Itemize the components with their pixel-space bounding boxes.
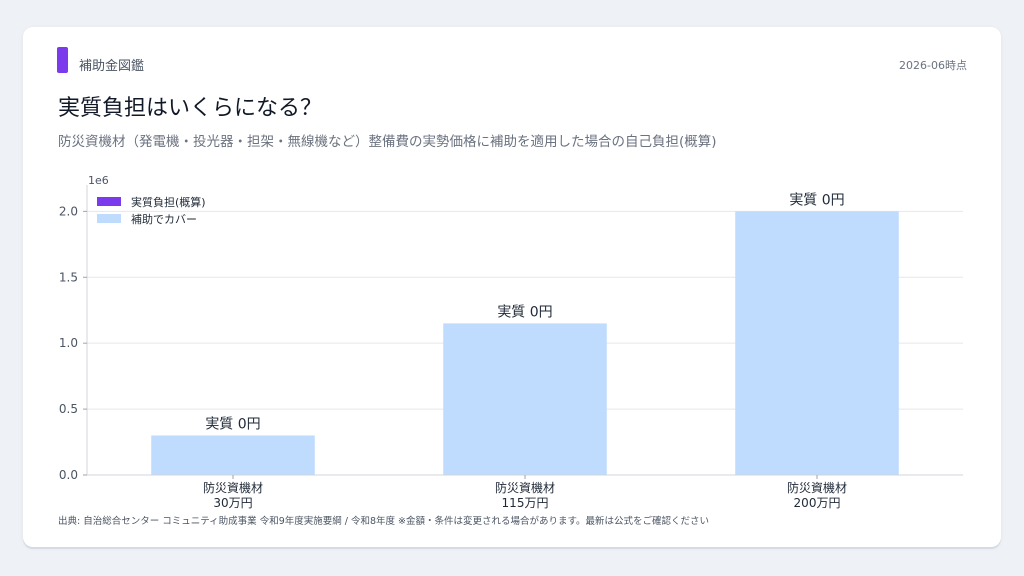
- legend-swatch: [97, 214, 121, 223]
- y-tick-label: 0.0: [59, 468, 78, 482]
- bar-segment: [735, 211, 899, 475]
- x-category-labels: 防災資機材30万円防災資機材115万円防災資機材200万円: [203, 475, 847, 510]
- legend-swatch: [97, 197, 121, 206]
- bar-segment: [151, 435, 315, 475]
- x-category-label: 115万円: [502, 496, 549, 510]
- x-category-label: 200万円: [794, 496, 841, 510]
- data-label: 実質 0円: [497, 304, 552, 320]
- y-exponent-label: 1e6: [88, 174, 109, 187]
- y-tick-label: 2.0: [59, 204, 78, 218]
- legend-label: 実質負担(概算): [131, 195, 206, 209]
- x-category-label: 防災資機材: [495, 480, 555, 495]
- x-category-label: 30万円: [213, 496, 252, 510]
- x-category-label: 防災資機材: [203, 480, 263, 495]
- y-tick-label: 0.5: [59, 402, 78, 416]
- legend-label: 補助でカバー: [131, 212, 197, 226]
- bar-segment: [443, 323, 607, 475]
- y-tick-label: 1.5: [59, 270, 78, 284]
- data-label: 実質 0円: [205, 416, 260, 432]
- y-ticks: 0.0 0.5 1.0 1.5 2.0: [59, 204, 87, 482]
- data-label: 実質 0円: [789, 192, 844, 208]
- legend: 実質負担(概算) 補助でカバー: [97, 195, 206, 226]
- x-category-label: 防災資機材: [787, 480, 847, 495]
- bar-chart: 1e6 0.00.51.01.52.0 防災資機材30万円防災資機材115万円防…: [59, 174, 963, 510]
- y-tick-label: 1.0: [59, 336, 78, 350]
